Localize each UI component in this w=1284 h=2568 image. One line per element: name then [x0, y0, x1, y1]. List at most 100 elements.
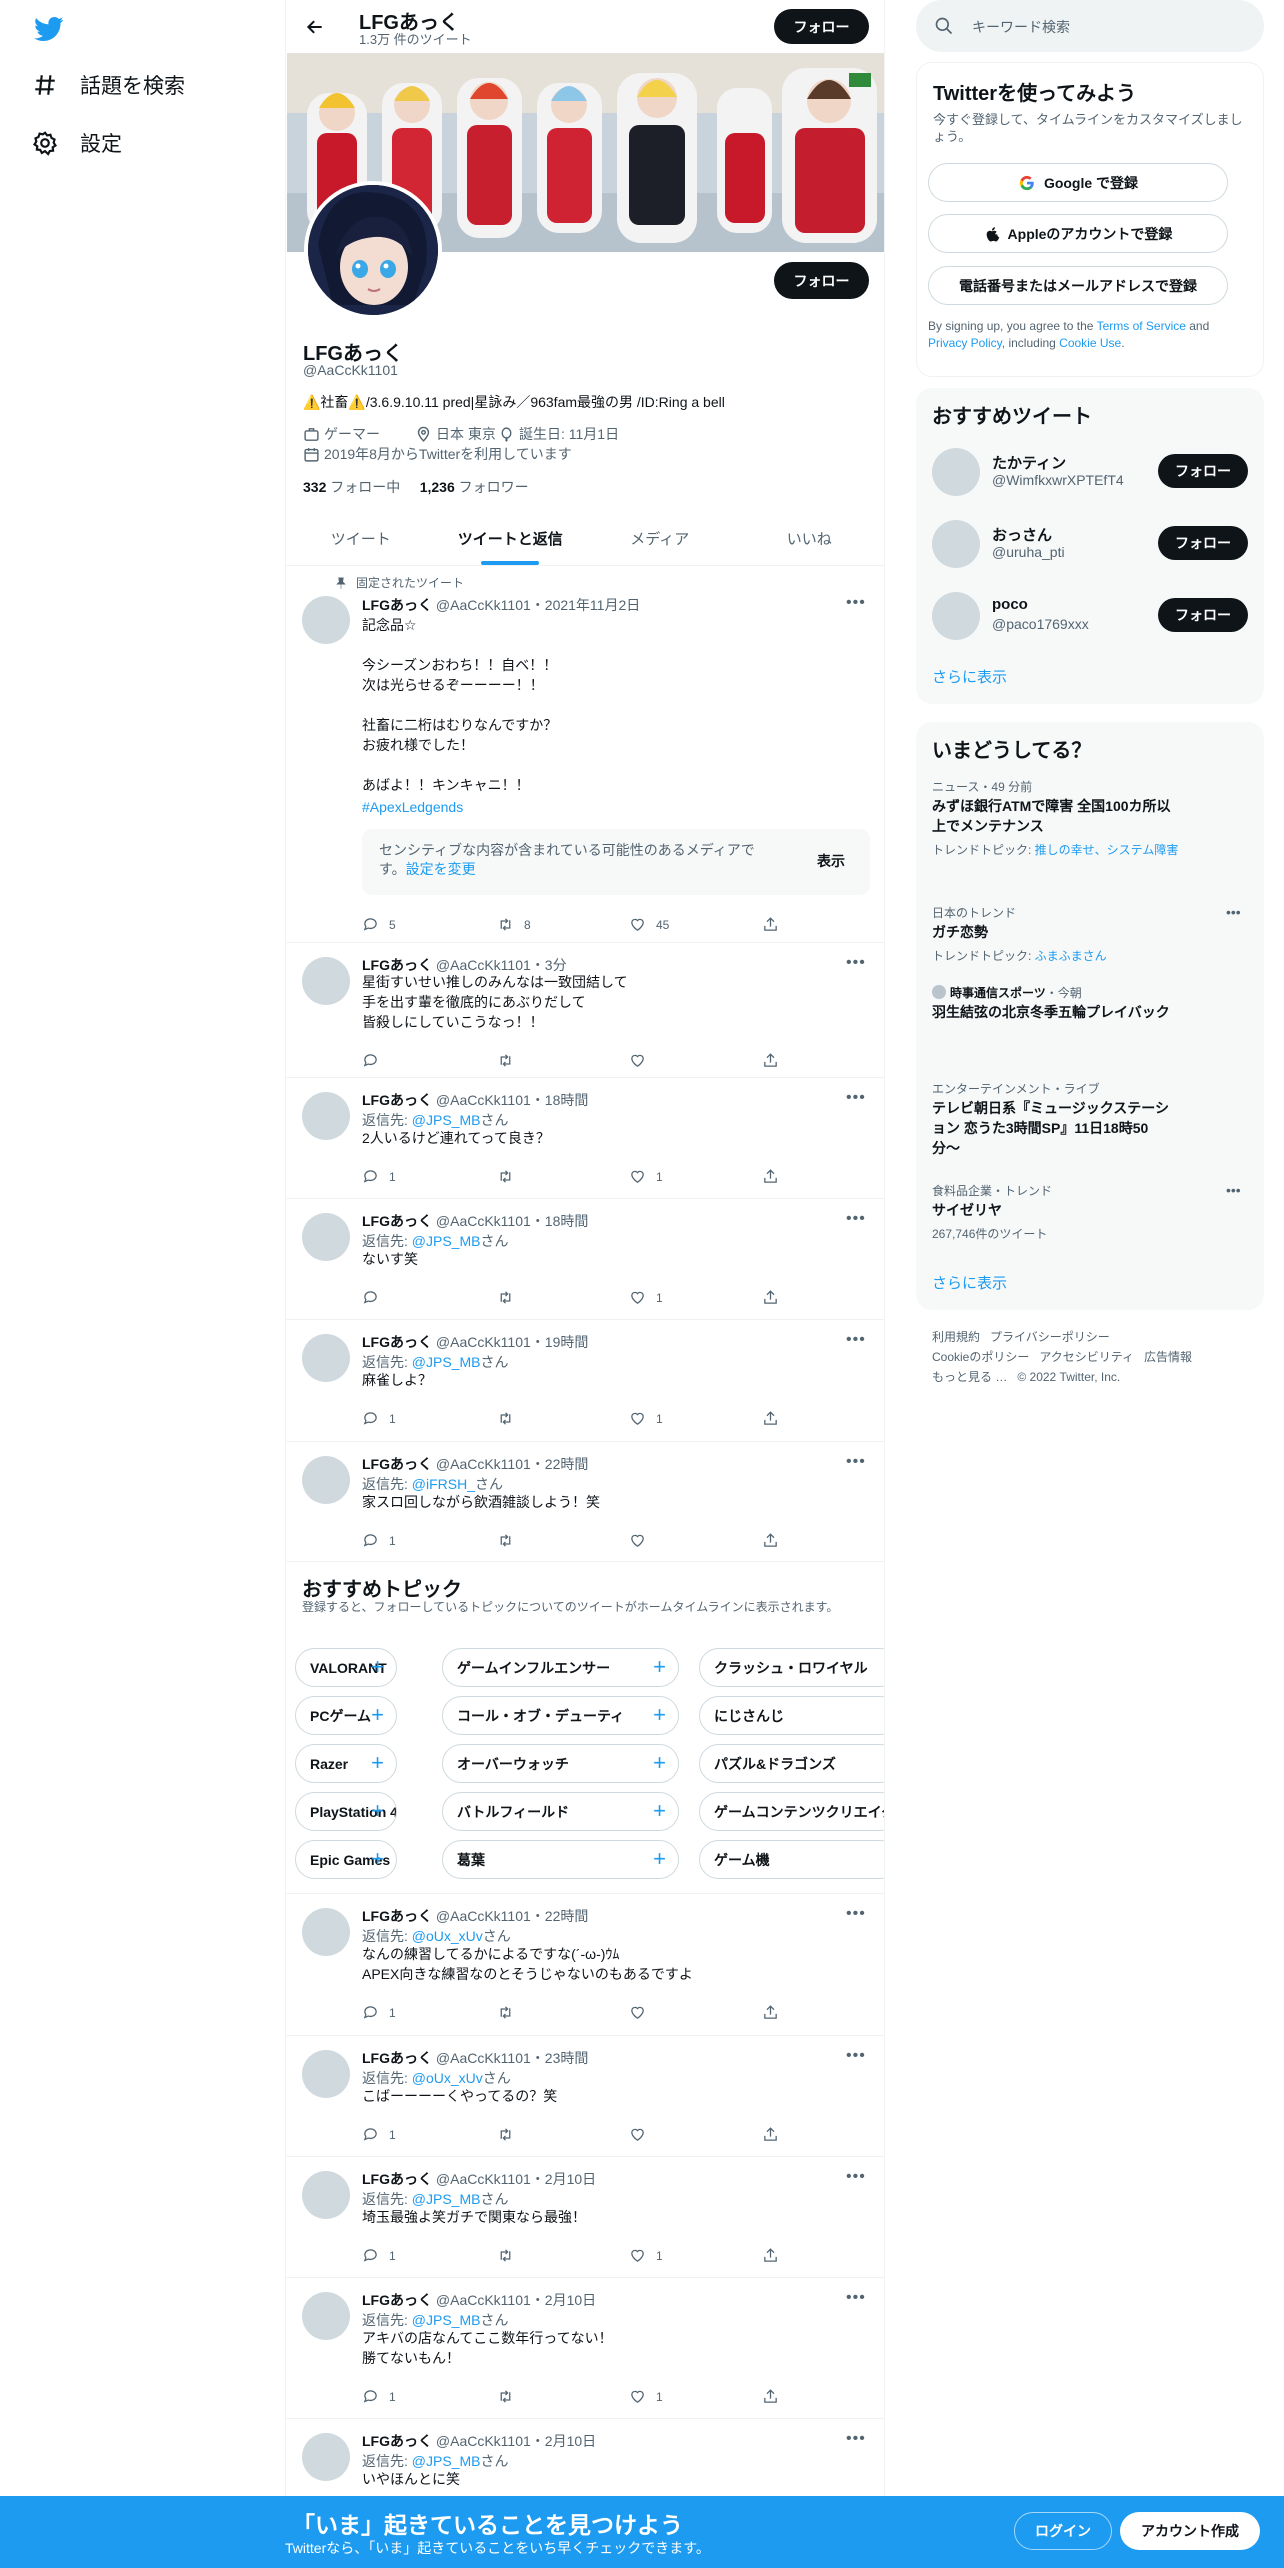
share-button[interactable]: [762, 2247, 779, 2264]
back-button[interactable]: [300, 12, 330, 42]
reply-button[interactable]: 1: [362, 1410, 396, 1427]
tweet-author-name[interactable]: LFGあっく: [362, 2292, 432, 2308]
trend-item[interactable]: 日本のトレンド ガチ恋勢 トレンドトピック: ふまふまさん •••: [916, 904, 1264, 994]
reply-button[interactable]: [362, 1289, 389, 1306]
share-button[interactable]: [762, 1289, 779, 1306]
reply-to-link[interactable]: @oUx_xUv: [412, 1928, 483, 1944]
topic-chip[interactable]: 葛葉 +: [442, 1840, 679, 1879]
like-button[interactable]: 1: [629, 1168, 663, 1185]
trend-item[interactable]: ニュース・49 分前 みずほ銀行ATMで障害 全国100カ所以上でメンテナンス トレ…: [916, 778, 1264, 868]
footer-link[interactable]: © 2022 Twitter, Inc.: [1017, 1370, 1120, 1384]
retweet-button[interactable]: [497, 1168, 524, 1185]
tweet-avatar[interactable]: [302, 1092, 350, 1140]
reply-button[interactable]: 1: [362, 2004, 396, 2021]
twitter-logo-icon[interactable]: [32, 14, 66, 44]
trends-show-more-link[interactable]: さらに表示: [932, 1272, 1007, 1293]
like-button[interactable]: 45: [629, 916, 669, 933]
user-avatar[interactable]: [932, 520, 980, 568]
tweet-hashtag[interactable]: #ApexLedgends: [362, 797, 862, 817]
trend-item[interactable]: 食料品企業・トレンド サイゼリヤ 267,746件のツイート •••: [916, 1182, 1264, 1272]
footer-link[interactable]: Cookieのポリシー: [932, 1350, 1029, 1364]
tweet[interactable]: LFGあっく @AaCcKk1101・18時間 ••• 返信先: @JPS_MBさ…: [286, 1199, 884, 1320]
tweet-avatar[interactable]: [302, 1334, 350, 1382]
more-icon[interactable]: •••: [846, 1089, 866, 1107]
reply-to-link[interactable]: @JPS_MB: [412, 1354, 481, 1370]
following-link[interactable]: 332 フォロー中: [303, 479, 400, 495]
retweet-button[interactable]: [497, 2247, 524, 2264]
reply-button[interactable]: 1: [362, 2126, 396, 2143]
reply-to-link[interactable]: @iFRSH_: [412, 1476, 475, 1492]
tweet[interactable]: LFGあっく @AaCcKk1101・2021年11月2日 ••• 記念品☆ 今…: [286, 566, 884, 943]
tweet[interactable]: LFGあっく @AaCcKk1101・3分 ••• 星街すいせい推しのみんなは一致…: [286, 943, 884, 1078]
reply-button[interactable]: 1: [362, 1532, 396, 1549]
retweet-button[interactable]: [497, 2388, 524, 2405]
topic-chip[interactable]: PlayStation 4 +: [295, 1792, 397, 1831]
tweet-avatar[interactable]: [302, 2433, 350, 2481]
followers-link[interactable]: 1,236 フォロワー: [420, 479, 529, 495]
topic-chip[interactable]: クラッシュ・ロワイヤル: [699, 1648, 884, 1687]
reply-button[interactable]: 1: [362, 1168, 396, 1185]
tweet-author-name[interactable]: LFGあっく: [362, 1908, 432, 1924]
tweet-author-name[interactable]: LFGあっく: [362, 2050, 432, 2066]
topic-chip[interactable]: Razer +: [295, 1744, 397, 1783]
who-to-follow-item[interactable]: poco @paco1769xxx フォロー: [916, 580, 1264, 652]
search-box[interactable]: キーワード検索: [916, 0, 1264, 52]
reply-to-link[interactable]: @JPS_MB: [412, 1233, 481, 1249]
user-avatar[interactable]: [932, 448, 980, 496]
more-icon[interactable]: •••: [846, 1905, 866, 1923]
share-button[interactable]: [762, 2126, 779, 2143]
retweet-button[interactable]: [497, 2126, 524, 2143]
tweet-avatar[interactable]: [302, 2050, 350, 2098]
profile-follow-button[interactable]: フォロー: [774, 262, 869, 299]
trend-more-icon[interactable]: •••: [1226, 1182, 1241, 1198]
more-icon[interactable]: •••: [846, 954, 866, 972]
reply-to-link[interactable]: @oUx_xUv: [412, 2070, 483, 2086]
reply-button[interactable]: 1: [362, 2388, 396, 2405]
tweet-avatar[interactable]: [302, 1213, 350, 1261]
like-button[interactable]: [629, 1532, 656, 1549]
trend-related-link[interactable]: ふまふまさん: [1035, 949, 1107, 963]
retweet-button[interactable]: [497, 1410, 524, 1427]
user-follow-button[interactable]: フォロー: [1158, 598, 1248, 632]
more-icon[interactable]: •••: [846, 2047, 866, 2065]
search-input[interactable]: キーワード検索: [972, 17, 1070, 37]
share-button[interactable]: [762, 2004, 779, 2021]
who-to-follow-item[interactable]: たかティン @WimfkxwrXPTEfT4 フォロー: [916, 436, 1264, 508]
footer-link[interactable]: もっと見る …: [932, 1370, 1007, 1384]
terms-of-service-link[interactable]: Terms of Service: [1097, 319, 1186, 333]
topic-chip[interactable]: コール・オブ・デューティ +: [442, 1696, 679, 1735]
header-follow-button[interactable]: フォロー: [774, 9, 869, 44]
topic-chip[interactable]: にじさんじ: [699, 1696, 884, 1735]
login-button[interactable]: ログイン: [1014, 2512, 1112, 2550]
reply-to-link[interactable]: @JPS_MB: [412, 2453, 481, 2469]
footer-link[interactable]: 広告情報: [1144, 1350, 1192, 1364]
share-button[interactable]: [762, 1532, 779, 1549]
tweet-author-name[interactable]: LFGあっく: [362, 957, 432, 973]
like-button[interactable]: 1: [629, 2388, 663, 2405]
reply-to-link[interactable]: @JPS_MB: [412, 2191, 481, 2207]
more-icon[interactable]: •••: [846, 2430, 866, 2448]
tweet[interactable]: LFGあっく @AaCcKk1101・22時間 ••• 返信先: @iFRSH_さ…: [286, 1442, 884, 1562]
tweet-avatar[interactable]: [302, 957, 350, 1005]
tweet-author-name[interactable]: LFGあっく: [362, 2433, 432, 2449]
user-follow-button[interactable]: フォロー: [1158, 454, 1248, 488]
like-button[interactable]: 1: [629, 2247, 663, 2264]
tweet-avatar[interactable]: [302, 1456, 350, 1504]
like-button[interactable]: [629, 2126, 656, 2143]
share-button[interactable]: [762, 1168, 779, 1185]
topic-chip[interactable]: ゲーム機: [699, 1840, 884, 1879]
phone-email-signup-button[interactable]: 電話番号またはメールアドレスで登録: [928, 266, 1228, 305]
retweet-button[interactable]: [497, 1052, 524, 1069]
like-button[interactable]: [629, 2004, 656, 2021]
more-icon[interactable]: •••: [846, 1331, 866, 1349]
retweet-button[interactable]: [497, 1532, 524, 1549]
more-icon[interactable]: •••: [846, 2168, 866, 2186]
tweet-avatar[interactable]: [302, 2292, 350, 2340]
nav-explore[interactable]: 話題を検索: [32, 70, 185, 100]
trend-item[interactable]: エンターテインメント・ライブ テレビ朝日系『ミュージックステーション 恋うた3時間…: [916, 1080, 1264, 1170]
who-show-more-link[interactable]: さらに表示: [932, 666, 1007, 687]
cookie-use-link[interactable]: Cookie Use: [1059, 336, 1121, 350]
profile-avatar[interactable]: [304, 181, 442, 319]
more-icon[interactable]: •••: [846, 2289, 866, 2307]
create-account-button[interactable]: アカウント作成: [1120, 2512, 1260, 2550]
